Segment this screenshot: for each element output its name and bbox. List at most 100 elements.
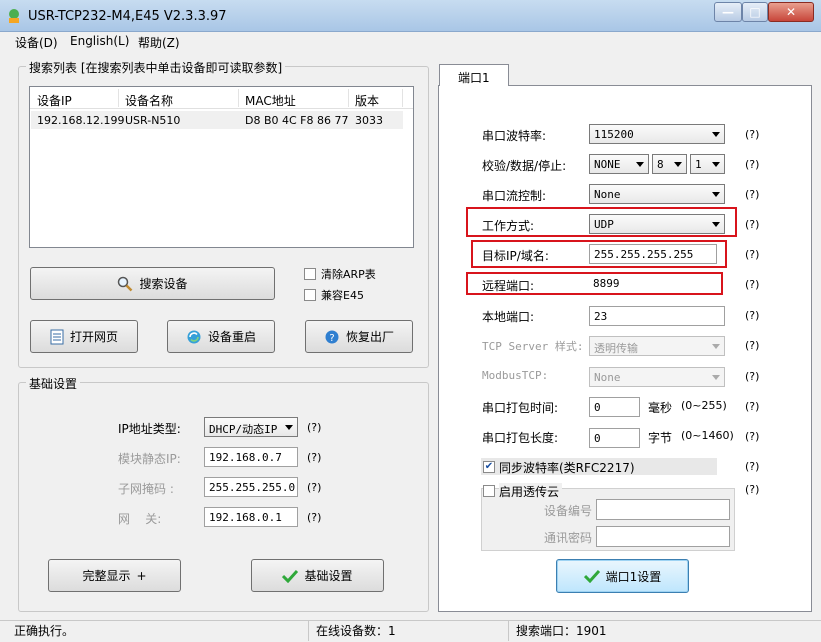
help-icon[interactable]: (?) xyxy=(745,248,759,261)
chevron-down-icon xyxy=(712,344,720,349)
menu-help[interactable]: 帮助(Z) xyxy=(138,34,180,51)
help-icon[interactable]: (?) xyxy=(745,430,759,443)
modbus-select[interactable]: None xyxy=(589,367,725,387)
close-button[interactable]: ✕ xyxy=(768,2,814,22)
row-ip: 192.168.12.199 xyxy=(37,114,125,127)
help-icon[interactable]: (?) xyxy=(745,128,759,141)
help-icon[interactable]: (?) xyxy=(745,339,759,352)
comm-pwd-field[interactable] xyxy=(596,526,730,547)
help-icon[interactable]: (?) xyxy=(745,218,759,231)
refresh-icon xyxy=(187,330,201,343)
pack-time-field[interactable]: 0 xyxy=(589,397,640,417)
table-row[interactable]: 192.168.12.199 USR-N510 D8 B0 4C F8 86 7… xyxy=(31,111,403,129)
row-mac: D8 B0 4C F8 86 77 xyxy=(245,114,349,127)
help-icon[interactable]: (?) xyxy=(745,158,759,171)
pack-length-label: 串口打包长度: xyxy=(482,431,559,445)
help-icon[interactable]: (?) xyxy=(745,400,759,413)
maximize-button[interactable]: □ xyxy=(742,2,768,22)
col-device-ip[interactable]: 设备IP xyxy=(37,92,72,109)
document-icon xyxy=(50,329,64,344)
pack-length-field[interactable]: 0 xyxy=(589,428,640,448)
sync-baud-checkbox[interactable]: ✔ xyxy=(483,461,495,473)
remote-port-field[interactable]: 8899 xyxy=(589,275,719,293)
help-icon[interactable]: (?) xyxy=(745,460,759,473)
stop-bits-value: 1 xyxy=(695,158,702,171)
tab-port1[interactable]: 端口1 xyxy=(439,64,509,86)
help-icon[interactable]: (?) xyxy=(745,278,759,291)
local-port-label: 本地端口: xyxy=(482,310,535,324)
row-name: USR-N510 xyxy=(125,114,181,127)
device-list[interactable]: 设备IP 设备名称 MAC地址 版本 192.168.12.199 USR-N5… xyxy=(29,86,414,248)
mode-select[interactable]: UDP xyxy=(589,214,725,234)
chevron-down-icon xyxy=(712,222,720,227)
col-mac[interactable]: MAC地址 xyxy=(245,92,296,109)
restart-label: 设备重启 xyxy=(207,330,256,344)
row-version: 3033 xyxy=(355,114,383,127)
pack-length-range: (0~1460) xyxy=(681,429,734,442)
chevron-down-icon xyxy=(712,375,720,380)
modbus-label: ModbusTCP: xyxy=(482,369,549,382)
static-ip-label: 模块静态IP: xyxy=(118,452,181,466)
device-no-field[interactable] xyxy=(596,499,730,520)
parity-select[interactable]: NONE xyxy=(589,154,649,174)
minimize-button[interactable]: — xyxy=(714,2,742,22)
window-title: USR-TCP232-M4,E45 V2.3.3.97 xyxy=(28,9,227,24)
minimize-icon: — xyxy=(722,5,734,19)
chevron-down-icon xyxy=(285,425,293,430)
col-version[interactable]: 版本 xyxy=(355,92,379,109)
basic-settings-button[interactable]: 基础设置 xyxy=(251,559,384,592)
clear-arp-checkbox[interactable] xyxy=(304,268,316,280)
clear-arp-label: 清除ARP表 xyxy=(321,268,376,281)
full-display-button[interactable]: 完整显示 + xyxy=(48,559,181,592)
open-web-button[interactable]: 打开网页 xyxy=(30,320,138,353)
pack-time-range: (0~255) xyxy=(681,399,727,412)
flow-value: None xyxy=(594,188,621,201)
ip-type-select[interactable]: DHCP/动态IP xyxy=(204,417,298,437)
local-port-field[interactable]: 23 xyxy=(589,306,725,326)
tcp-server-select[interactable]: 透明传输 xyxy=(589,336,725,356)
help-icon[interactable]: (?) xyxy=(307,511,321,524)
gateway-field[interactable]: 192.168.0.1 xyxy=(204,507,298,527)
parity-label: 校验/数据/停止: xyxy=(482,159,567,173)
help-icon[interactable]: (?) xyxy=(745,309,759,322)
chevron-down-icon xyxy=(712,162,720,167)
full-display-label: 完整显示 xyxy=(82,569,131,583)
chevron-down-icon xyxy=(712,192,720,197)
menu-english[interactable]: English(L) xyxy=(70,34,129,48)
menu-device[interactable]: 设备(D) xyxy=(15,34,58,51)
data-bits-select[interactable]: 8 xyxy=(652,154,687,174)
plus-icon: + xyxy=(136,568,147,583)
port1-settings-button[interactable]: 端口1设置 xyxy=(556,559,689,593)
help-icon[interactable]: (?) xyxy=(307,481,321,494)
svg-text:?: ? xyxy=(329,333,334,344)
checkmark-icon xyxy=(583,569,600,583)
subnet-mask-field[interactable]: 255.255.255.0 xyxy=(204,477,298,497)
close-icon: ✕ xyxy=(785,5,797,19)
cloud-label: 启用透传云 xyxy=(499,483,563,500)
target-ip-field[interactable]: 255.255.255.255 xyxy=(589,244,717,264)
help-icon[interactable]: (?) xyxy=(745,188,759,201)
flow-label: 串口流控制: xyxy=(482,189,547,203)
help-icon[interactable]: (?) xyxy=(745,483,759,496)
pack-time-label: 串口打包时间: xyxy=(482,401,559,415)
help-icon: ? xyxy=(325,330,339,344)
flow-select[interactable]: None xyxy=(589,184,725,204)
restart-button[interactable]: 设备重启 xyxy=(167,320,275,353)
mode-label: 工作方式: xyxy=(482,219,535,233)
stop-bits-select[interactable]: 1 xyxy=(690,154,725,174)
cloud-checkbox[interactable] xyxy=(483,485,495,497)
status-bar xyxy=(0,620,821,642)
baud-value: 115200 xyxy=(594,128,634,141)
col-device-name[interactable]: 设备名称 xyxy=(125,92,173,109)
help-icon[interactable]: (?) xyxy=(307,421,321,434)
search-device-button[interactable]: 搜索设备 xyxy=(30,267,275,300)
static-ip-field[interactable]: 192.168.0.7 xyxy=(204,447,298,467)
search-button-label: 搜索设备 xyxy=(139,277,188,291)
help-icon[interactable]: (?) xyxy=(745,370,759,383)
basic-group-title: 基础设置 xyxy=(26,375,81,392)
compat-e45-checkbox[interactable] xyxy=(304,289,316,301)
factory-reset-button[interactable]: ? 恢复出厂 xyxy=(305,320,413,353)
help-icon[interactable]: (?) xyxy=(307,451,321,464)
device-no-label: 设备编号 xyxy=(544,504,593,518)
baud-select[interactable]: 115200 xyxy=(589,124,725,144)
